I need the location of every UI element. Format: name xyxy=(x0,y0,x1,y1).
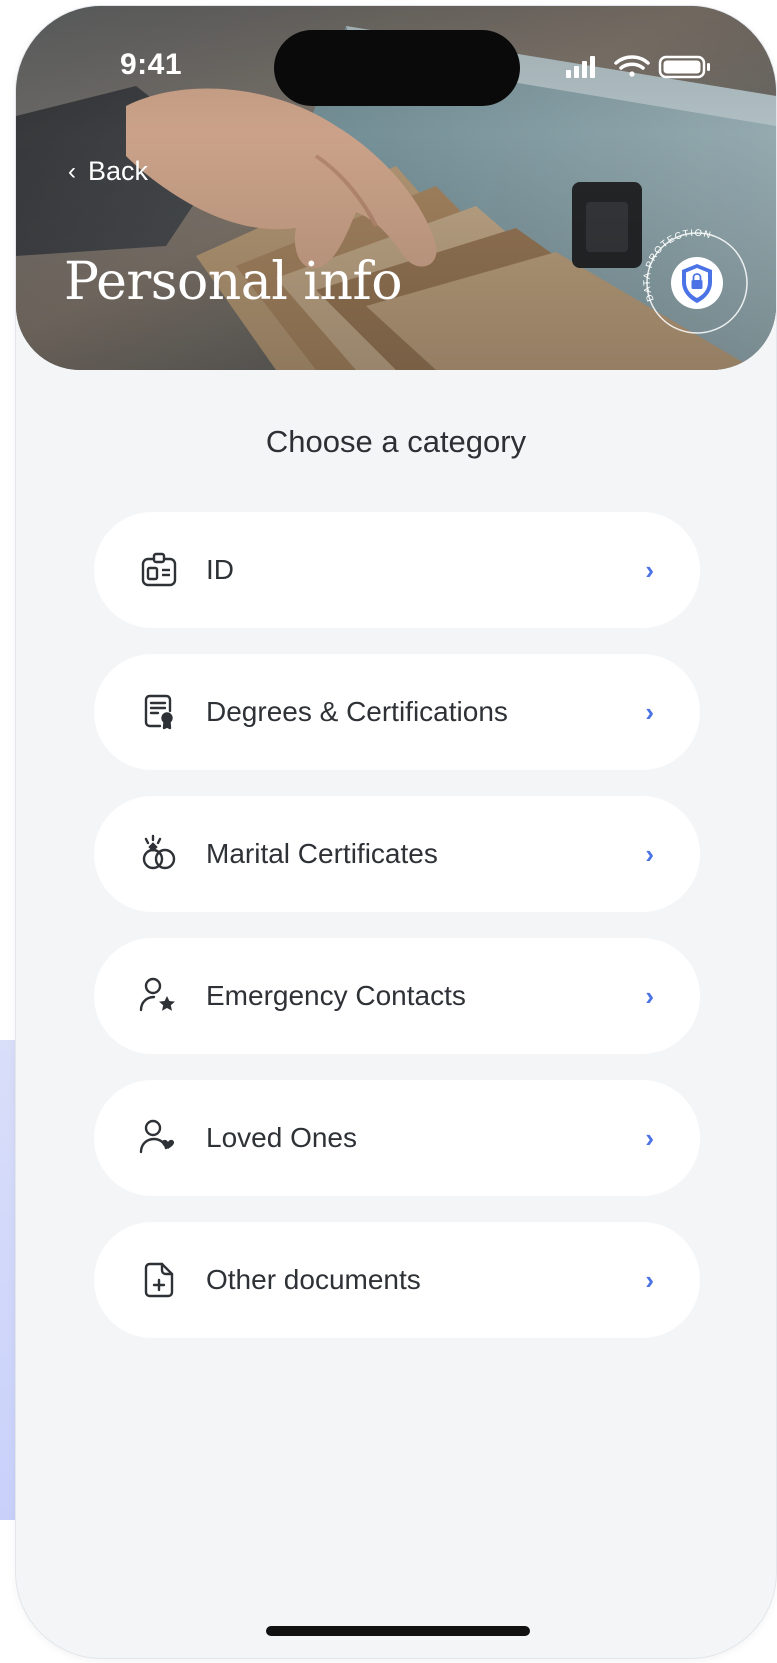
category-item-degrees[interactable]: Degrees & Certifications › xyxy=(94,654,700,770)
category-item-id[interactable]: ID › xyxy=(94,512,700,628)
category-item-other-documents[interactable]: Other documents › xyxy=(94,1222,700,1338)
header-hero: 9:41 ‹ Back Personal info DATA PROTECTIO… xyxy=(16,6,776,370)
chevron-right-icon: › xyxy=(645,1122,654,1153)
status-time: 9:41 xyxy=(120,48,183,81)
category-item-marital[interactable]: Marital Certificates › xyxy=(94,796,700,912)
category-list: ID › Degrees & Certifications › Marital … xyxy=(94,512,700,1364)
rings-icon xyxy=(138,833,180,875)
home-indicator[interactable] xyxy=(266,1626,530,1636)
page-title: Personal info xyxy=(64,252,403,312)
chevron-right-icon: › xyxy=(645,980,654,1011)
category-label: Degrees & Certifications xyxy=(206,696,508,727)
status-icons xyxy=(566,55,710,79)
category-item-loved-ones[interactable]: Loved Ones › xyxy=(94,1080,700,1196)
battery-icon xyxy=(658,55,710,79)
category-label: Emergency Contacts xyxy=(206,980,466,1011)
phone-screen: 9:41 ‹ Back Personal info DATA PROTECTIO… xyxy=(16,6,776,1658)
user-star-icon xyxy=(138,975,180,1017)
category-label: Loved Ones xyxy=(206,1122,357,1153)
category-item-emergency-contacts[interactable]: Emergency Contacts › xyxy=(94,938,700,1054)
category-label: ID xyxy=(206,554,234,585)
chevron-right-icon: › xyxy=(645,1264,654,1295)
chevron-right-icon: › xyxy=(645,554,654,585)
user-heart-icon xyxy=(138,1117,180,1159)
back-label: Back xyxy=(88,156,149,186)
chevron-left-icon: ‹ xyxy=(68,157,76,185)
back-button[interactable]: ‹ Back xyxy=(68,156,148,187)
section-heading: Choose a category xyxy=(265,424,527,459)
chevron-right-icon: › xyxy=(645,838,654,869)
category-label: Other documents xyxy=(206,1264,421,1295)
certificate-icon xyxy=(138,691,180,733)
data-protection-badge: DATA PROTECTION xyxy=(642,228,748,334)
document-plus-icon xyxy=(138,1259,180,1301)
signal-icon xyxy=(566,56,595,78)
chevron-right-icon: › xyxy=(645,696,654,727)
category-label: Marital Certificates xyxy=(206,838,438,869)
dynamic-island xyxy=(274,30,520,106)
wifi-icon xyxy=(614,55,650,77)
id-card-icon xyxy=(138,549,180,591)
